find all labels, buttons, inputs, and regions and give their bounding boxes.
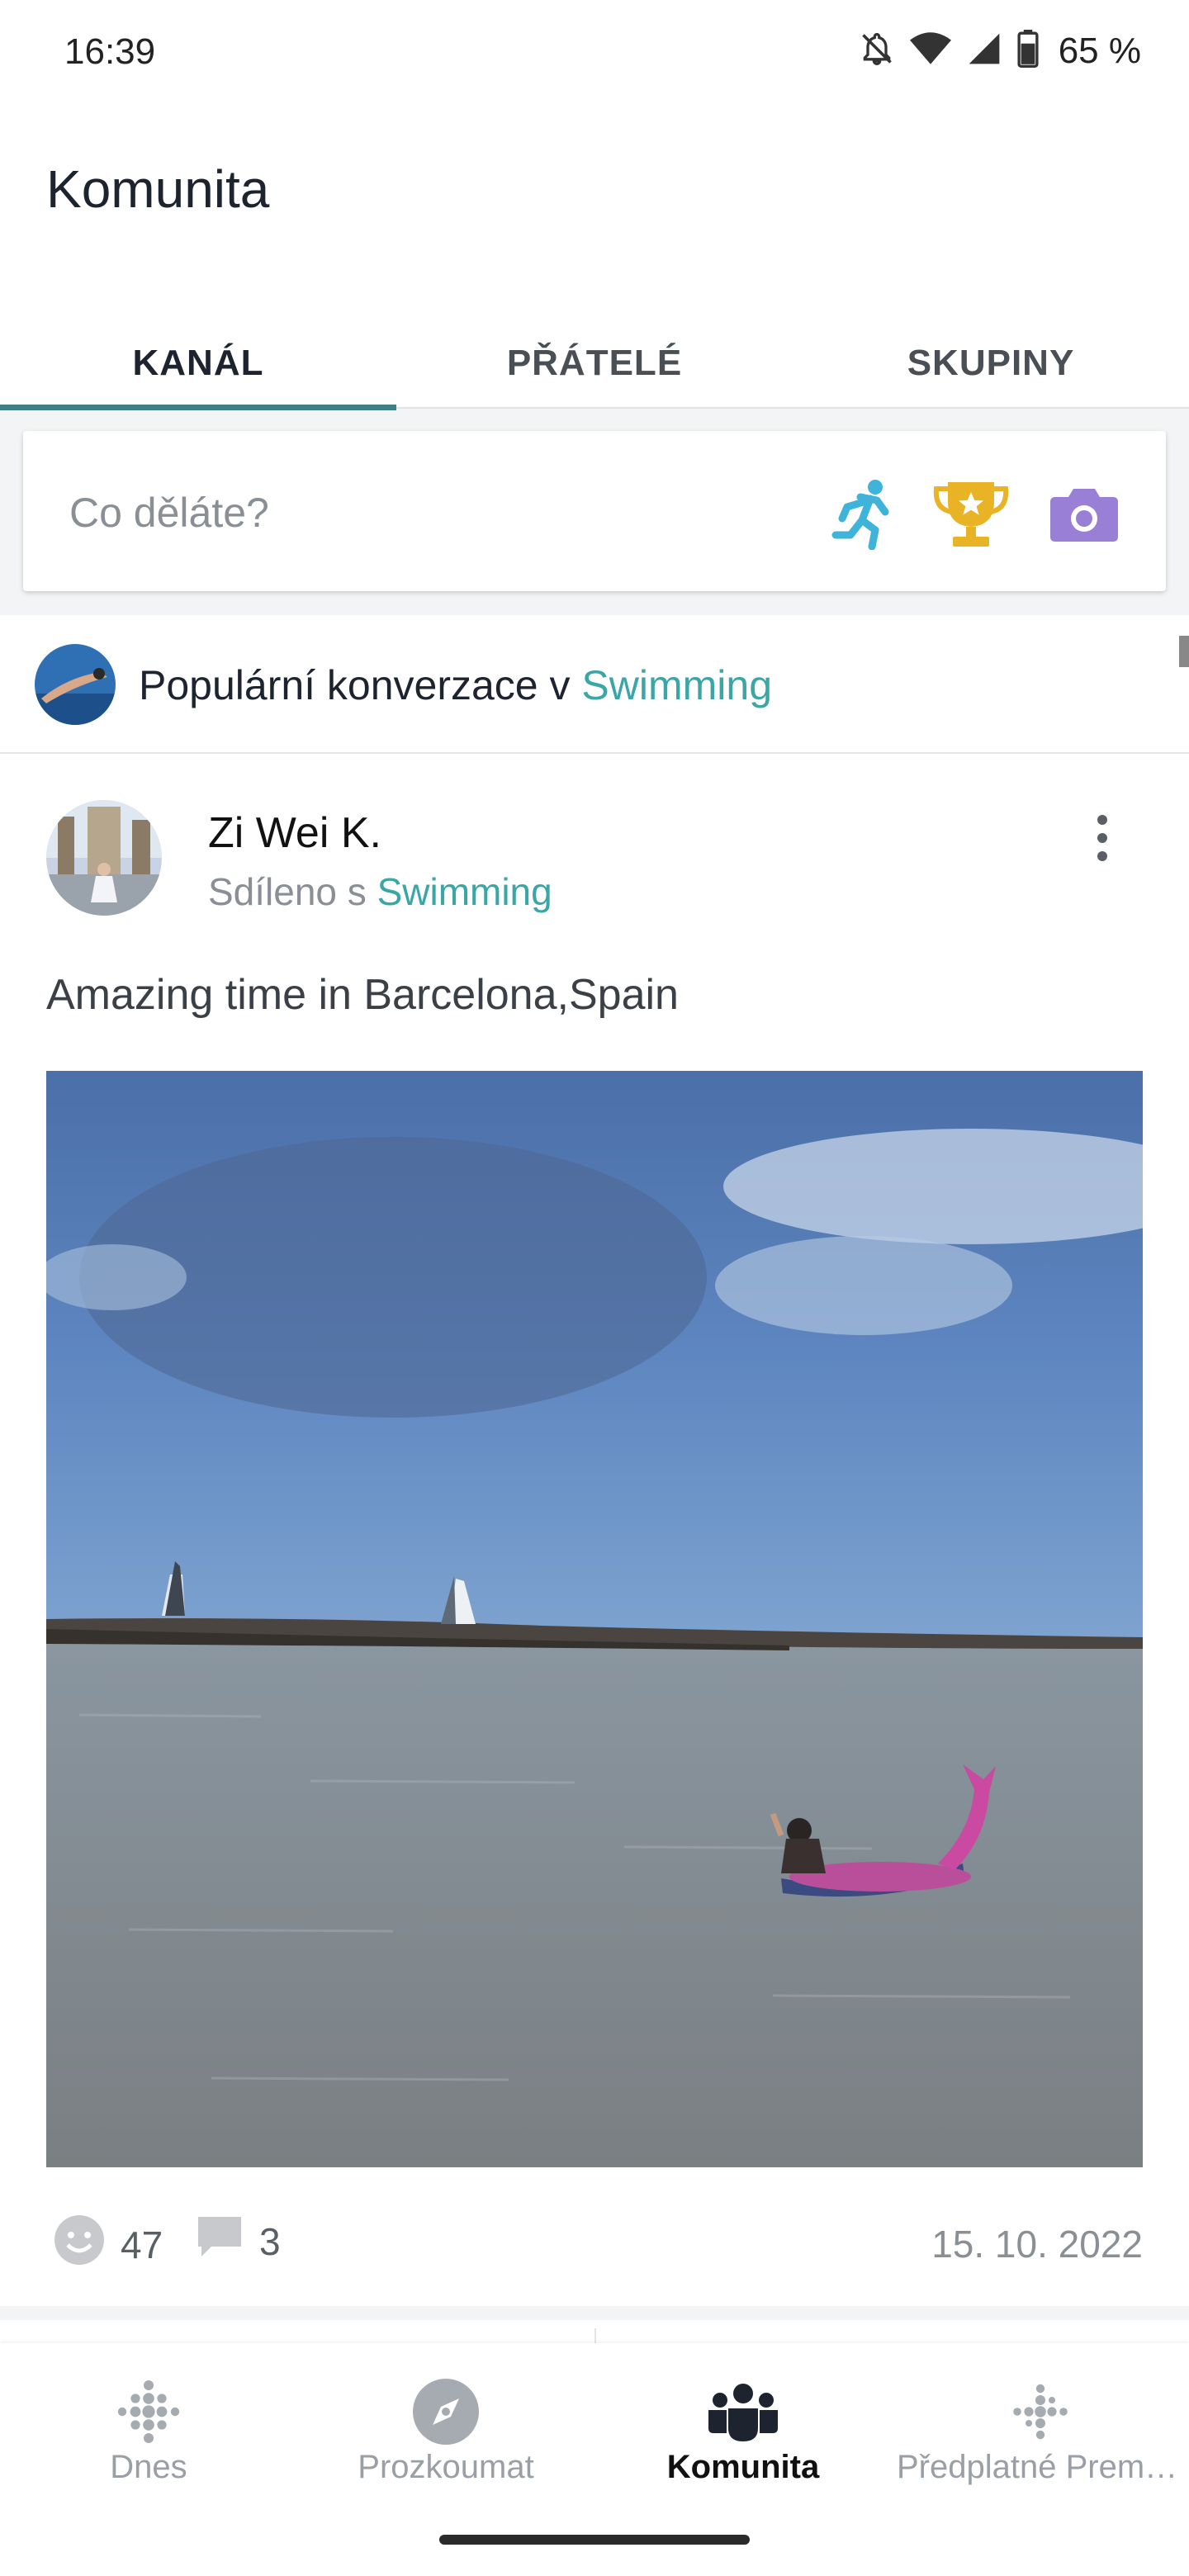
battery-percent: 65 % [1058, 30, 1141, 71]
header: Komunita KANÁL PŘÁTELÉ SKUPINY [0, 107, 1189, 410]
group-avatar [35, 644, 116, 725]
nav-label: Předplatné Premi… [897, 2449, 1186, 2485]
group-link[interactable]: Swimming [581, 662, 772, 708]
compass-icon [409, 2375, 483, 2449]
battery-icon [1017, 30, 1039, 72]
tab-feed[interactable]: KANÁL [0, 297, 396, 410]
premium-dots-icon [1003, 2375, 1078, 2449]
nav-label: Prozkoumat [358, 2449, 534, 2485]
community-icon [706, 2375, 780, 2449]
feed-post: Zi Wei K. Sdíleno s Swimming Amazing tim… [0, 754, 1189, 2306]
post-composer[interactable]: Co děláte? [23, 431, 1166, 591]
nav-today[interactable]: Dnes [0, 2343, 297, 2508]
reaction-count: 47 [121, 2223, 163, 2266]
popular-prefix: Populární konverzace v [139, 662, 582, 708]
comment-icon [195, 2214, 244, 2269]
app-screen: 16:39 65 % Komunita KANÁL PŘÁTELÉ SKUPIN… [0, 0, 1189, 2576]
tab-bar: KANÁL PŘÁTELÉ SKUPINY [0, 297, 1189, 410]
activity-runner-icon[interactable] [831, 479, 893, 554]
status-icons: 65 % [859, 30, 1141, 72]
post-footer: 47 3 15. 10. 2022 [46, 2207, 1143, 2281]
status-bar: 16:39 65 % [0, 0, 1189, 107]
composer-placeholder[interactable]: Co děláte? [69, 489, 269, 537]
shared-prefix: Sdíleno s [208, 870, 377, 913]
nav-community[interactable]: Komunita [594, 2343, 892, 2508]
camera-icon[interactable] [1049, 485, 1120, 547]
nav-premium[interactable]: Předplatné Premi… [892, 2343, 1189, 2508]
popular-conversation-text: Populární konverzace v Swimming [139, 661, 772, 709]
comments[interactable]: 3 [195, 2214, 281, 2269]
home-indicator[interactable] [439, 2535, 750, 2545]
smiley-icon [53, 2214, 106, 2275]
status-time: 16:39 [64, 31, 156, 72]
page-title: Komunita [46, 159, 270, 219]
nav-label: Komunita [666, 2449, 820, 2485]
post-date: 15. 10. 2022 [931, 2223, 1143, 2266]
nav-explore[interactable]: Prozkoumat [297, 2343, 594, 2508]
tab-groups[interactable]: SKUPINY [793, 297, 1189, 409]
composer-actions [831, 479, 1120, 554]
scrollbar-thumb[interactable] [1179, 636, 1189, 667]
dots-logo-icon [111, 2375, 186, 2449]
comment-count: 3 [259, 2219, 281, 2263]
post-photo[interactable] [46, 1071, 1143, 2167]
author-avatar[interactable] [46, 800, 162, 916]
post-text: Amazing time in Barcelona,Spain [46, 971, 679, 1019]
wifi-icon [909, 31, 951, 71]
trophy-icon[interactable] [931, 479, 1011, 554]
shared-group-link[interactable]: Swimming [377, 870, 552, 913]
more-vert-icon[interactable] [1090, 812, 1115, 869]
shared-with: Sdíleno s Swimming [208, 869, 552, 914]
tab-friends[interactable]: PŘÁTELÉ [396, 297, 793, 409]
popular-conversation-bar[interactable]: Populární konverzace v Swimming [0, 615, 1189, 754]
author-name[interactable]: Zi Wei K. [208, 808, 381, 858]
nav-label: Dnes [110, 2449, 187, 2485]
cell-signal-icon [966, 31, 1002, 71]
bell-off-icon [859, 31, 895, 71]
reactions[interactable]: 47 [53, 2214, 163, 2275]
